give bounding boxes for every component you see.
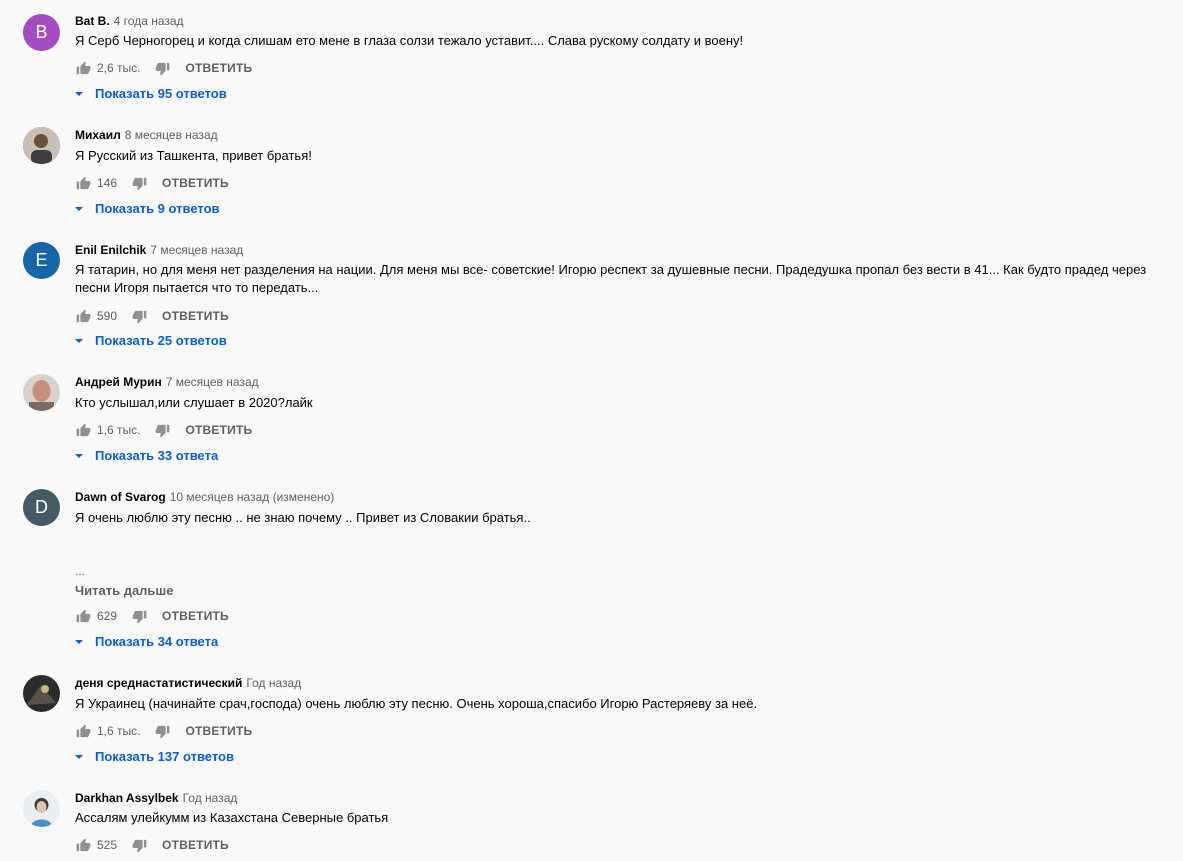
comment-actions: 525 ОТВЕТИТЬ [75,837,229,853]
comment-actions: 2,6 тыс. ОТВЕТИТЬ [75,60,252,76]
show-replies-button[interactable]: Показать 137 ответов [75,749,234,764]
read-more-button[interactable]: Читать дальше [75,583,174,598]
like-count: 1,6 тыс. [97,423,141,437]
show-replies-label: Показать 25 ответов [95,333,227,348]
comment-actions: 590 ОТВЕТИТЬ [75,308,229,324]
show-replies-label: Показать 9 ответов [95,201,220,216]
avatar-letter: D [35,497,48,517]
comment-time[interactable]: Год назад [246,676,301,690]
reply-button[interactable]: ОТВЕТИТЬ [185,423,252,437]
avatar-letter: E [35,250,48,270]
show-replies-label: Показать 137 ответов [95,749,234,764]
comment-text: Я Русский из Ташкента, привет братья! [75,148,312,163]
comment-author[interactable]: Михаил [75,128,121,142]
caret-down-icon [75,206,83,211]
thumbs-down-icon[interactable] [131,308,147,324]
comment-time[interactable]: 7 месяцев назад [150,243,243,257]
avatar[interactable]: E [23,242,60,279]
show-replies-button[interactable]: Показать 33 ответа [75,448,218,463]
like-count: 629 [97,609,118,623]
thumbs-down-icon[interactable] [131,837,147,853]
caret-down-icon [75,754,83,759]
thumbs-up-icon[interactable] [75,608,91,624]
thumbs-down-icon[interactable] [154,422,170,438]
like-count: 2,6 тыс. [97,61,141,75]
caret-down-icon [75,91,83,96]
thumbs-up-icon[interactable] [75,308,91,324]
show-replies-label: Показать 33 ответа [95,448,219,463]
reply-button[interactable]: ОТВЕТИТЬ [185,61,252,75]
show-replies-button[interactable]: Показать 25 ответов [75,333,227,348]
thumbs-up-icon[interactable] [75,60,91,76]
thumbs-down-icon[interactable] [154,60,170,76]
thumbs-up-icon[interactable] [75,175,91,191]
comment-time[interactable]: 8 месяцев назад [125,128,218,142]
comment-time[interactable]: 4 года назад [114,14,184,28]
comment-text: Я Украинец (начинайте срач,господа) очен… [75,696,758,711]
comment-author[interactable]: Dawn of Svarog [75,490,166,504]
comment-author[interactable]: деня среднастатистический [75,676,242,690]
thumbs-up-icon[interactable] [75,837,91,853]
avatar[interactable] [23,127,60,164]
reply-button[interactable]: ОТВЕТИТЬ [162,609,229,623]
reply-button[interactable]: ОТВЕТИТЬ [162,176,229,190]
thumbs-up-icon[interactable] [75,723,91,739]
thumbs-down-icon[interactable] [154,723,170,739]
comment-time[interactable]: Год назад [183,791,238,805]
comment-text: Ассалям улейкумм из Казахстана Северные … [75,810,389,825]
avatar-letter: B [35,22,48,42]
like-count: 525 [97,838,118,852]
like-count: 590 [97,309,118,323]
comment-text: Я Серб Черногорец и когда слишам ето мен… [75,33,744,48]
caret-down-icon [75,639,83,644]
comment-author[interactable]: Darkhan Assylbek [75,791,179,805]
text-ellipsis: ... [75,564,86,578]
thumbs-down-icon[interactable] [131,608,147,624]
show-replies-button[interactable]: Показать 9 ответов [75,201,220,216]
avatar[interactable] [23,374,60,411]
show-replies-button[interactable]: Показать 34 ответа [75,634,218,649]
avatar[interactable]: D [23,489,60,526]
show-replies-button[interactable]: Показать 95 ответов [75,86,227,101]
comment-text: Я татарин, но для меня нет разделения на… [75,262,1147,295]
show-replies-label: Показать 34 ответа [95,634,219,649]
comment-actions: 146 ОТВЕТИТЬ [75,175,229,191]
comment-text: Кто услышал,или слушает в 2020?лайк [75,395,313,410]
show-replies-label: Показать 95 ответов [95,86,227,101]
comment-text: Я очень люблю эту песню .. не знаю почем… [75,510,531,525]
thumbs-down-icon[interactable] [131,175,147,191]
comment-actions: 629 ОТВЕТИТЬ [75,608,229,624]
avatar[interactable]: B [23,14,60,51]
avatar[interactable] [23,790,60,827]
comment-author[interactable]: Bat B. [75,14,110,28]
reply-button[interactable]: ОТВЕТИТЬ [162,838,229,852]
reply-button[interactable]: ОТВЕТИТЬ [162,309,229,323]
like-count: 1,6 тыс. [97,724,141,738]
reply-button[interactable]: ОТВЕТИТЬ [185,724,252,738]
caret-down-icon [75,453,83,458]
comment-actions: 1,6 тыс. ОТВЕТИТЬ [75,723,252,739]
avatar[interactable] [23,675,60,712]
comment-author[interactable]: Андрей Мурин [75,375,162,389]
comment-time[interactable]: 7 месяцев назад [166,375,259,389]
caret-down-icon [75,338,83,343]
thumbs-up-icon[interactable] [75,422,91,438]
comment-actions: 1,6 тыс. ОТВЕТИТЬ [75,422,252,438]
comment-author[interactable]: Enil Enilchik [75,243,146,257]
comment-time[interactable]: 10 месяцев назад (изменено) [170,490,335,504]
like-count: 146 [97,176,118,190]
